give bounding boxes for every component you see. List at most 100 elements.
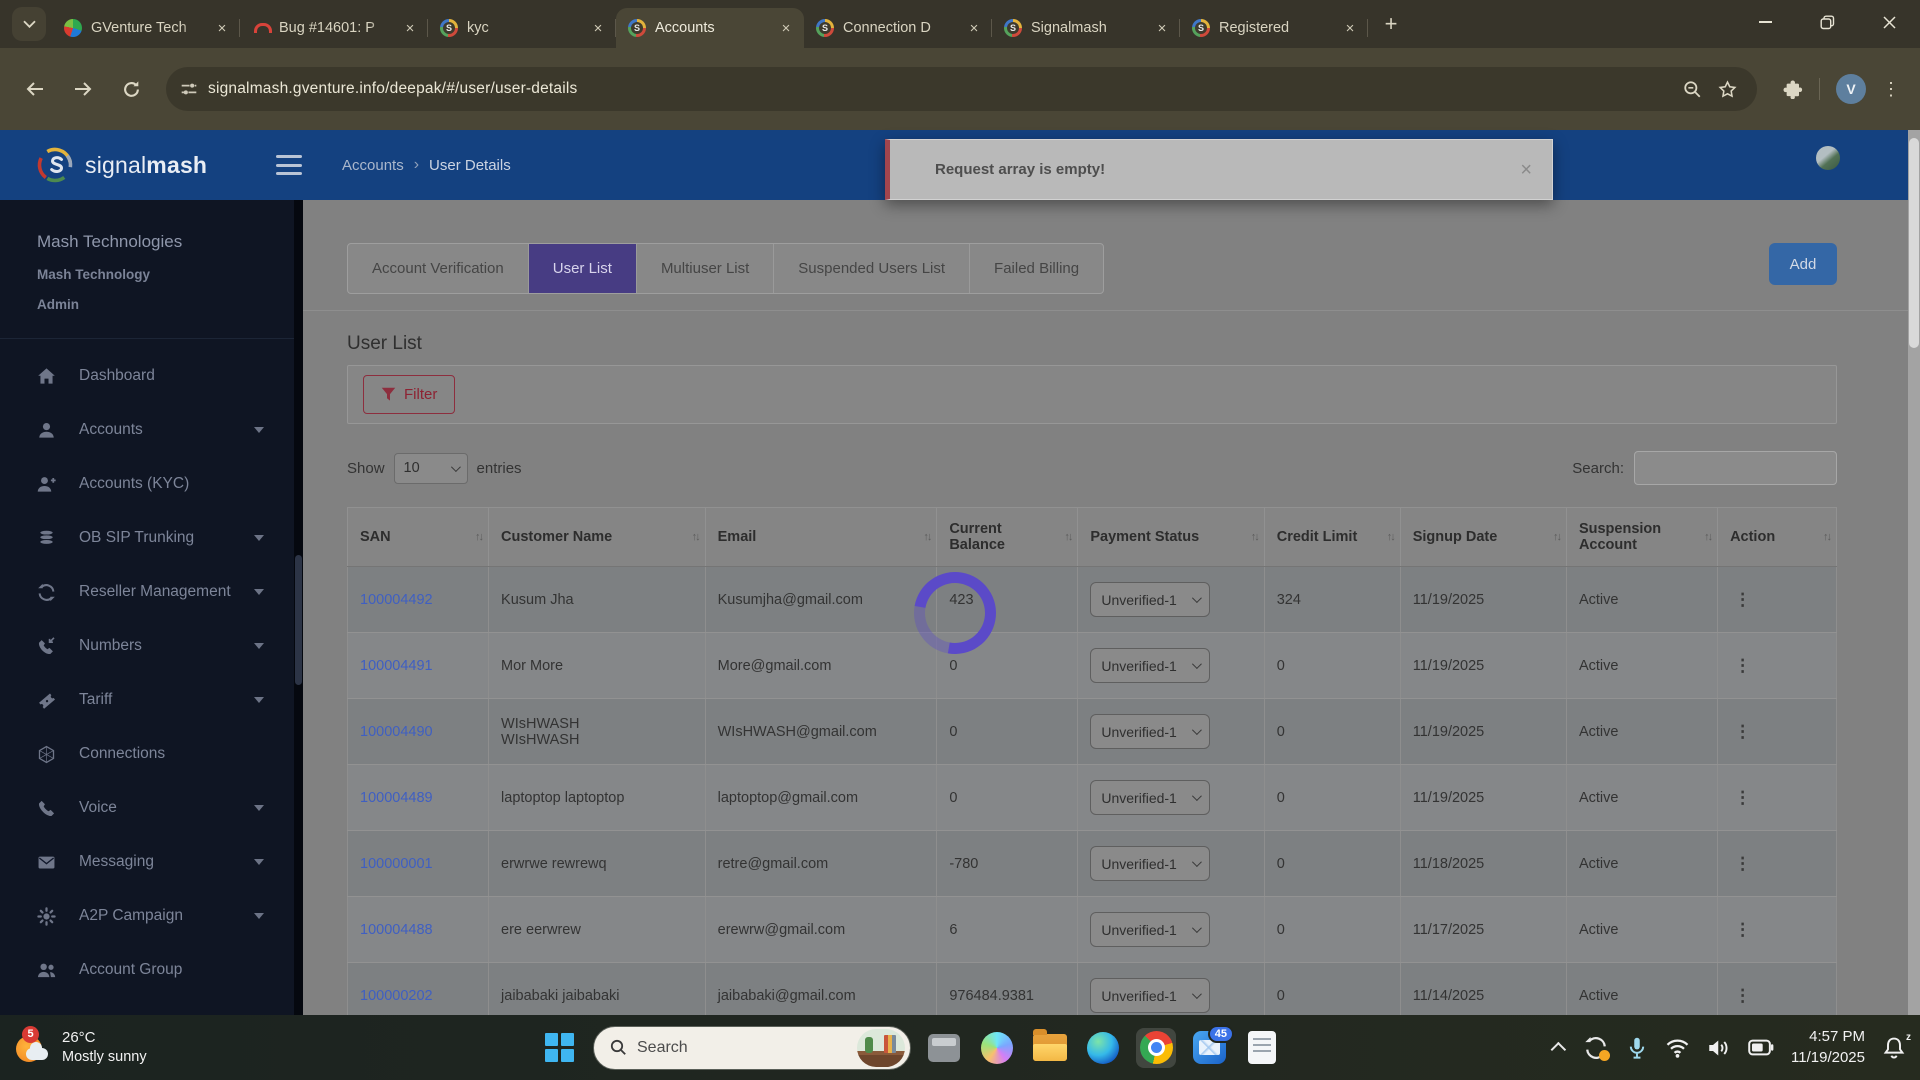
sort-icon[interactable]: ↑↓ bbox=[475, 531, 482, 543]
row-actions-icon[interactable]: ⋮ bbox=[1730, 788, 1751, 807]
row-actions-icon[interactable]: ⋮ bbox=[1730, 722, 1751, 741]
column-suspension-account[interactable]: Suspension Account↑↓ bbox=[1566, 508, 1717, 567]
bookmark-star-icon[interactable] bbox=[1718, 80, 1737, 99]
copilot-icon[interactable] bbox=[977, 1028, 1017, 1068]
san-link[interactable]: 100004490 bbox=[360, 724, 433, 740]
address-bar[interactable]: signalmash.gventure.info/deepak/#/user/u… bbox=[166, 67, 1757, 111]
tab-close-icon[interactable]: × bbox=[1340, 18, 1360, 38]
site-settings-icon[interactable] bbox=[180, 80, 198, 98]
sidebar-scrollbar[interactable] bbox=[294, 200, 303, 1080]
row-actions-icon[interactable]: ⋮ bbox=[1730, 656, 1751, 675]
sidebar-item-connections[interactable]: Connections bbox=[0, 727, 294, 781]
sidebar-item-a2p-campaign[interactable]: A2P Campaign bbox=[0, 889, 294, 943]
app-logo[interactable]: signalmash bbox=[0, 146, 294, 184]
sidebar-item-account-group[interactable]: Account Group bbox=[0, 943, 294, 997]
sort-icon[interactable]: ↑↓ bbox=[692, 531, 699, 543]
task-view-icon[interactable] bbox=[924, 1028, 964, 1068]
payment-status-select[interactable]: Unverified-1 bbox=[1090, 648, 1210, 683]
sort-icon[interactable]: ↑↓ bbox=[923, 531, 930, 543]
browser-tab-signalmash[interactable]: Signalmash × bbox=[992, 8, 1180, 48]
sidebar-item-messaging[interactable]: Messaging bbox=[0, 835, 294, 889]
page-scrollbar[interactable] bbox=[1908, 130, 1920, 1080]
microphone-icon[interactable] bbox=[1626, 1036, 1648, 1060]
extensions-puzzle-icon[interactable] bbox=[1783, 79, 1803, 99]
column-payment-status[interactable]: Payment Status↑↓ bbox=[1078, 508, 1264, 567]
sidebar-item-ob-sip-trunking[interactable]: OB SIP Trunking bbox=[0, 511, 294, 565]
browser-tab-bug-14601-p[interactable]: Bug #14601: P × bbox=[240, 8, 428, 48]
browser-tab-accounts[interactable]: Accounts × bbox=[616, 8, 804, 48]
tab-close-icon[interactable]: × bbox=[400, 18, 420, 38]
payment-status-select[interactable]: Unverified-1 bbox=[1090, 714, 1210, 749]
column-customer-name[interactable]: Customer Name↑↓ bbox=[489, 508, 706, 567]
sort-icon[interactable]: ↑↓ bbox=[1064, 531, 1071, 543]
sidebar-toggle-icon[interactable] bbox=[276, 155, 302, 175]
tab-failed-billing[interactable]: Failed Billing bbox=[969, 244, 1103, 293]
window-close-button[interactable] bbox=[1858, 0, 1920, 44]
sidebar-item-accounts[interactable]: Accounts bbox=[0, 403, 294, 457]
sidebar-item-dashboard[interactable]: Dashboard bbox=[0, 349, 294, 403]
back-button[interactable] bbox=[16, 70, 54, 108]
header-avatar[interactable] bbox=[1816, 146, 1840, 170]
payment-status-select[interactable]: Unverified-1 bbox=[1090, 582, 1210, 617]
sidebar-item-tariff[interactable]: Tariff bbox=[0, 673, 294, 727]
sync-status-icon[interactable] bbox=[1583, 1035, 1609, 1061]
payment-status-select[interactable]: Unverified-1 bbox=[1090, 978, 1210, 1013]
column-credit-limit[interactable]: Credit Limit↑↓ bbox=[1264, 508, 1400, 567]
sidebar-item-numbers[interactable]: Numbers bbox=[0, 619, 294, 673]
sort-icon[interactable]: ↑↓ bbox=[1251, 531, 1258, 543]
file-explorer-icon[interactable] bbox=[1030, 1028, 1070, 1068]
forward-button[interactable] bbox=[64, 70, 102, 108]
column-email[interactable]: Email↑↓ bbox=[705, 508, 937, 567]
tab-suspended-users-list[interactable]: Suspended Users List bbox=[773, 244, 969, 293]
san-link[interactable]: 100004488 bbox=[360, 922, 433, 938]
taskbar-weather-widget[interactable]: 5 26°C Mostly sunny bbox=[0, 1028, 147, 1068]
san-link[interactable]: 100004489 bbox=[360, 790, 433, 806]
sort-icon[interactable]: ↑↓ bbox=[1387, 531, 1394, 543]
browser-tab-connection-d[interactable]: Connection D × bbox=[804, 8, 992, 48]
window-restore-button[interactable] bbox=[1796, 0, 1858, 44]
row-actions-icon[interactable]: ⋮ bbox=[1730, 854, 1751, 873]
taskbar-search-box[interactable]: Search bbox=[593, 1026, 911, 1070]
sidebar-item-accounts-kyc[interactable]: Accounts (KYC) bbox=[0, 457, 294, 511]
column-signup-date[interactable]: Signup Date↑↓ bbox=[1400, 508, 1566, 567]
notification-bell-icon[interactable]: z bbox=[1882, 1035, 1908, 1061]
chrome-icon[interactable] bbox=[1136, 1028, 1176, 1068]
battery-icon[interactable] bbox=[1748, 1039, 1774, 1056]
row-actions-icon[interactable]: ⋮ bbox=[1730, 986, 1751, 1005]
sort-icon[interactable]: ↑↓ bbox=[1553, 531, 1560, 543]
browser-profile-avatar[interactable]: V bbox=[1836, 74, 1866, 104]
payment-status-select[interactable]: Unverified-1 bbox=[1090, 780, 1210, 815]
san-link[interactable]: 100004491 bbox=[360, 658, 433, 674]
url-text[interactable]: signalmash.gventure.info/deepak/#/user/u… bbox=[208, 80, 1673, 98]
san-link[interactable]: 100000001 bbox=[360, 856, 433, 872]
browser-tab-gventure-tech[interactable]: GVenture Tech × bbox=[52, 8, 240, 48]
column-current-balance[interactable]: Current Balance↑↓ bbox=[937, 508, 1078, 567]
new-tab-button[interactable]: + bbox=[1376, 9, 1406, 39]
breadcrumb-parent[interactable]: Accounts bbox=[342, 157, 404, 174]
notepad-icon[interactable] bbox=[1242, 1028, 1282, 1068]
san-link[interactable]: 100004492 bbox=[360, 592, 433, 608]
wifi-icon[interactable] bbox=[1665, 1038, 1690, 1058]
zoom-search-icon[interactable] bbox=[1683, 80, 1702, 99]
taskbar-clock[interactable]: 4:57 PM 11/19/2025 bbox=[1791, 1027, 1865, 1068]
tab-account-verification[interactable]: Account Verification bbox=[348, 244, 528, 293]
tab-search-caret-icon[interactable] bbox=[12, 7, 46, 41]
toast-close-icon[interactable]: × bbox=[1520, 160, 1532, 180]
column-action[interactable]: Action↑↓ bbox=[1718, 508, 1837, 567]
san-link[interactable]: 100000202 bbox=[360, 988, 433, 1004]
tab-close-icon[interactable]: × bbox=[212, 18, 232, 38]
row-actions-icon[interactable]: ⋮ bbox=[1730, 920, 1751, 939]
row-actions-icon[interactable]: ⋮ bbox=[1730, 590, 1751, 609]
filter-button[interactable]: Filter bbox=[363, 375, 455, 414]
tab-close-icon[interactable]: × bbox=[964, 18, 984, 38]
tab-user-list[interactable]: User List bbox=[528, 244, 636, 293]
reload-button[interactable] bbox=[112, 70, 150, 108]
table-search-input[interactable] bbox=[1634, 451, 1837, 485]
edge-icon[interactable] bbox=[1083, 1028, 1123, 1068]
volume-icon[interactable] bbox=[1707, 1038, 1731, 1058]
tab-multiuser-list[interactable]: Multiuser List bbox=[636, 244, 773, 293]
sort-icon[interactable]: ↑↓ bbox=[1704, 531, 1711, 543]
sidebar-item-voice[interactable]: Voice bbox=[0, 781, 294, 835]
payment-status-select[interactable]: Unverified-1 bbox=[1090, 846, 1210, 881]
start-button[interactable] bbox=[540, 1028, 580, 1068]
